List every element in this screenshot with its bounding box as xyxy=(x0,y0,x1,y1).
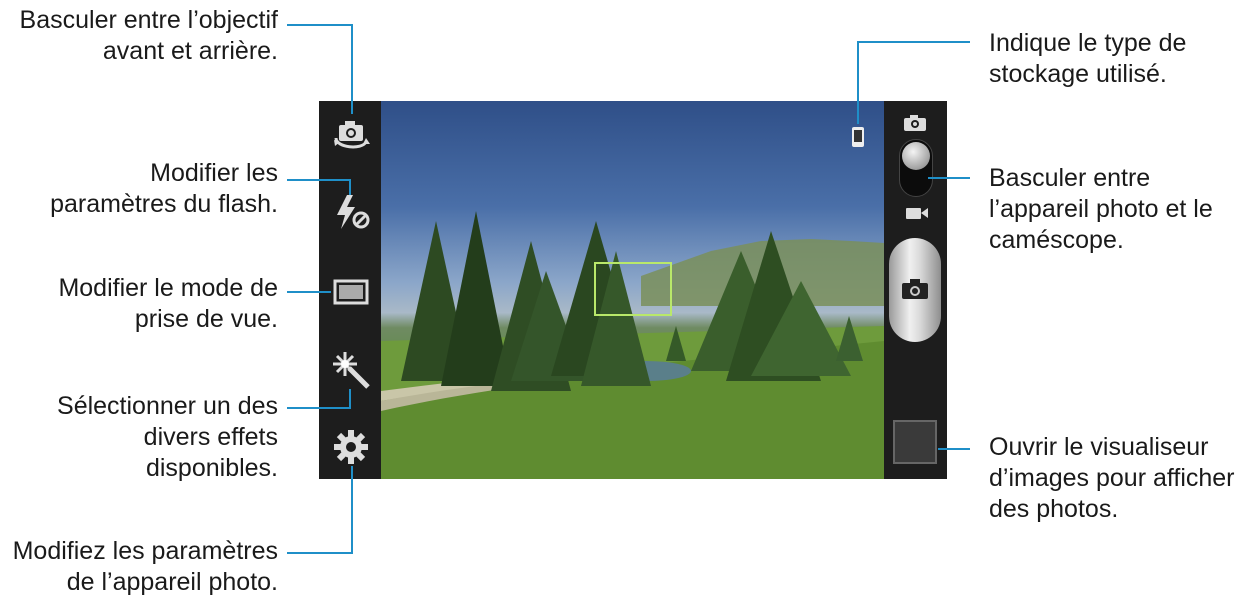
leader-line xyxy=(349,389,351,409)
callout-image-viewer: Ouvrir le visualiseur d’images pour affic… xyxy=(989,433,1235,523)
camera-icon xyxy=(904,115,926,131)
phone-storage-icon xyxy=(852,127,864,147)
leader-line xyxy=(287,291,331,293)
flash-off-icon[interactable] xyxy=(331,193,371,231)
switch-camera-icon[interactable] xyxy=(332,116,370,154)
camera-camcorder-switch[interactable] xyxy=(899,139,933,197)
callout-effects: Sélectionner un des divers effets disponib… xyxy=(57,392,278,482)
leader-line xyxy=(938,448,970,450)
leader-line xyxy=(287,552,353,554)
leader-line xyxy=(928,177,970,179)
callout-storage-type: Indique le type de stockage utilisé. xyxy=(989,29,1187,88)
leader-line xyxy=(287,179,351,181)
gear-icon[interactable] xyxy=(334,430,368,464)
image-thumbnail[interactable] xyxy=(893,420,937,464)
shooting-mode-icon[interactable] xyxy=(333,279,369,305)
magic-wand-icon[interactable] xyxy=(331,350,371,390)
callout-camera-camcorder: Basculer entre l’appareil photo et le camé… xyxy=(989,164,1213,254)
leader-line xyxy=(857,41,859,124)
shutter-camera-icon xyxy=(902,279,928,299)
leader-line xyxy=(287,24,353,26)
leader-line xyxy=(351,24,353,114)
callout-flash-settings: Modifier les paramètres du flash. xyxy=(50,159,278,218)
shutter-button[interactable] xyxy=(889,238,941,342)
focus-box xyxy=(594,262,672,316)
leader-line xyxy=(287,407,351,409)
callout-shooting-mode: Modifier le mode de prise de vue. xyxy=(58,274,278,333)
callout-camera-settings: Modifiez les paramètres de l’appareil pho… xyxy=(12,537,278,596)
callout-switch-lens: Basculer entre l’objectif avant et arrièr… xyxy=(19,6,278,65)
video-camera-icon xyxy=(906,208,928,219)
leader-line xyxy=(349,179,351,195)
leader-line xyxy=(857,41,970,43)
leader-line xyxy=(351,466,353,554)
switch-knob[interactable] xyxy=(902,142,930,170)
